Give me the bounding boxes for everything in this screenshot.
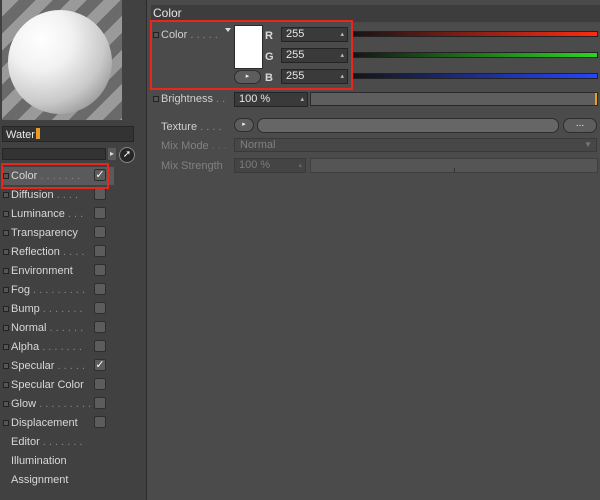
material-subfield[interactable]	[2, 148, 106, 160]
channel-item-alpha[interactable]: Alpha . . . . . . .	[2, 338, 114, 356]
slider-tick	[454, 168, 455, 172]
brightness-input[interactable]: 100 % ▴	[234, 92, 308, 107]
channel-checkbox[interactable]: ✓	[94, 359, 106, 371]
channel-checkbox[interactable]	[94, 321, 106, 333]
mix-strength-label: Mix Strength	[161, 160, 223, 172]
channel-checkbox[interactable]	[94, 264, 106, 276]
keyframe-dot-icon	[3, 306, 9, 312]
texture-label: Texture . . . .	[161, 121, 222, 133]
mix-mode-select[interactable]: Normal ▼	[234, 138, 597, 152]
channel-label: Luminance . . .	[11, 208, 84, 220]
channel-item-illumination[interactable]: Illumination	[2, 452, 114, 470]
channel-item-fog[interactable]: Fog . . . . . . . . .	[2, 281, 114, 299]
channel-label: Reflection . . . .	[11, 246, 85, 258]
texture-browse-button[interactable]: ...	[563, 118, 597, 133]
texture-field[interactable]	[257, 118, 559, 133]
channel-label: Glow . . . . . . . . .	[11, 398, 92, 410]
channel-item-editor[interactable]: Editor . . . . . . .	[2, 433, 114, 451]
channel-label: Specular . . . . .	[11, 360, 85, 372]
channel-checkbox[interactable]	[94, 245, 106, 257]
channel-label: Displacement	[11, 417, 78, 429]
keyframe-dot-icon	[3, 287, 9, 293]
keyframe-dot-icon	[3, 325, 9, 331]
mix-strength-input[interactable]: 100 % ▴	[234, 158, 306, 173]
channel-item-bump[interactable]: Bump . . . . . . .	[2, 300, 114, 318]
channel-label: Fog . . . . . . . . .	[11, 284, 85, 296]
keyframe-dot-icon	[3, 382, 9, 388]
channel-checkbox[interactable]	[94, 283, 106, 295]
channel-checkbox[interactable]	[94, 340, 106, 352]
g-slider[interactable]	[353, 52, 598, 58]
chevron-down-icon: ▼	[584, 140, 592, 149]
text-cursor	[35, 128, 40, 139]
channel-item-displacement[interactable]: Displacement	[2, 414, 114, 432]
material-preview[interactable]	[2, 0, 122, 120]
keyframe-dot-icon	[3, 211, 9, 217]
keyframe-dot-icon[interactable]	[153, 96, 159, 102]
channel-label: Normal . . . . . .	[11, 322, 84, 334]
keyframe-dot-icon	[3, 401, 9, 407]
channel-checkbox[interactable]	[94, 397, 106, 409]
keyframe-dot-icon	[3, 344, 9, 350]
channel-label: Transparency	[11, 227, 78, 239]
channel-item-glow[interactable]: Glow . . . . . . . . .	[2, 395, 114, 413]
channel-label: Alpha . . . . . . .	[11, 341, 82, 353]
attributes-panel: Color Color . . . . . ▸ R 255 ▴ G 255 ▴ B …	[147, 0, 600, 500]
channel-label: Specular Color	[11, 379, 84, 391]
keyframe-dot-icon	[3, 249, 9, 255]
channel-checkbox[interactable]	[94, 226, 106, 238]
channel-item-specular-color[interactable]: Specular Color	[2, 376, 114, 394]
channel-checkbox[interactable]	[94, 188, 106, 200]
material-name-field[interactable]: Water	[2, 126, 134, 142]
keyframe-dot-icon	[3, 420, 9, 426]
preview-sphere	[8, 10, 112, 114]
channel-item-reflection[interactable]: Reflection . . . .	[2, 243, 114, 261]
channel-checkbox[interactable]	[94, 378, 106, 390]
channel-item-luminance[interactable]: Luminance . . .	[2, 205, 114, 223]
mix-mode-label: Mix Mode . . .	[161, 140, 228, 152]
stepper-icon[interactable]: ▴	[300, 93, 304, 106]
channel-item-transparency[interactable]: Transparency	[2, 224, 114, 242]
channel-item-environment[interactable]: Environment	[2, 262, 114, 280]
channel-checkbox[interactable]	[94, 302, 106, 314]
brightness-label: Brightness . .	[161, 93, 226, 105]
highlight-box-color-fields	[150, 20, 353, 90]
channel-label: Diffusion . . . .	[11, 189, 79, 201]
stepper-icon: ▴	[298, 162, 302, 169]
channel-item-normal[interactable]: Normal . . . . . .	[2, 319, 114, 337]
channel-label: Editor . . . . . . .	[11, 436, 83, 448]
expand-arrow-icon[interactable]: ▸	[108, 148, 116, 160]
keyframe-dot-icon	[3, 192, 9, 198]
channel-checkbox[interactable]	[94, 207, 106, 219]
texture-menu-button[interactable]: ▸	[234, 118, 254, 132]
channel-label: Environment	[11, 265, 73, 277]
material-name-text: Water	[6, 129, 35, 141]
channel-checkbox[interactable]	[94, 416, 106, 428]
channel-label: Illumination	[11, 455, 67, 467]
keyframe-dot-icon	[3, 363, 9, 369]
checkmark-icon: ✓	[95, 359, 105, 371]
channel-item-specular[interactable]: Specular . . . . . ✓	[2, 357, 114, 375]
r-slider[interactable]	[353, 31, 598, 37]
keyframe-dot-icon	[3, 268, 9, 274]
brightness-slider[interactable]	[310, 92, 598, 106]
channel-label: Bump . . . . . . .	[11, 303, 83, 315]
pick-cursor-icon[interactable]: ➚	[119, 147, 135, 163]
highlight-box-color-channel	[1, 163, 109, 189]
slider-marker	[595, 93, 597, 105]
channel-label: Assignment	[11, 474, 69, 486]
b-slider[interactable]	[353, 73, 598, 79]
mix-strength-slider[interactable]	[310, 158, 598, 173]
keyframe-dot-icon	[3, 230, 9, 236]
material-sidebar: Water ▸ ➚ Color . . . . . . . ✓ Diffusion …	[0, 0, 147, 500]
channel-item-assignment[interactable]: Assignment	[2, 471, 114, 489]
